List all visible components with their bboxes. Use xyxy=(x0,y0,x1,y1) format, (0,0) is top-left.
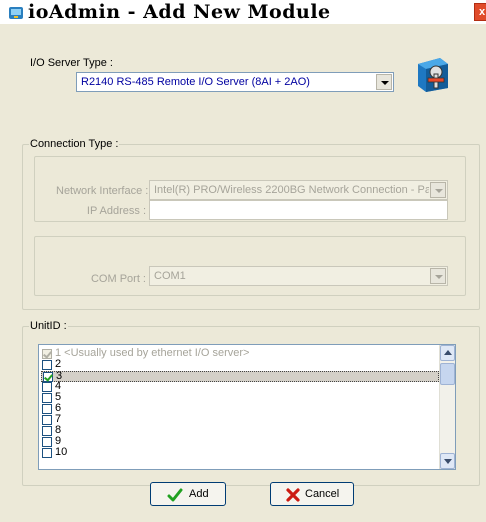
checkbox[interactable] xyxy=(42,382,52,392)
checkbox[interactable] xyxy=(42,415,52,425)
module-tool-icon xyxy=(418,58,448,92)
com-port-value: COM1 xyxy=(154,270,186,282)
io-server-type-label: I/O Server Type : xyxy=(30,57,113,69)
cancel-button[interactable]: Cancel xyxy=(270,482,354,506)
chevron-down-icon[interactable] xyxy=(430,268,446,284)
scroll-thumb[interactable] xyxy=(440,363,455,385)
checkbox[interactable] xyxy=(42,393,52,403)
checkbox xyxy=(42,349,52,359)
chevron-down-icon[interactable] xyxy=(376,74,392,90)
add-label: Add xyxy=(189,488,209,500)
ip-address-input[interactable] xyxy=(149,200,448,220)
network-interface-label: Network Interface : xyxy=(56,185,149,197)
arrow-down-icon xyxy=(444,459,452,464)
list-item-label: 10 xyxy=(55,446,68,458)
app-icon xyxy=(9,7,23,19)
ip-address-label: IP Address : xyxy=(86,205,146,217)
dialog-window: ioAdmin - Add New Module x I/O Server Ty… xyxy=(0,0,486,522)
com-port-select[interactable]: COM1 xyxy=(149,266,448,286)
scrollbar[interactable] xyxy=(439,345,455,469)
check-icon xyxy=(167,488,183,502)
x-icon xyxy=(286,488,300,502)
checkbox[interactable] xyxy=(42,404,52,414)
connection-type-title: Connection Type : xyxy=(29,138,120,151)
io-server-type-value: R2140 RS-485 Remote I/O Server (8AI + 2A… xyxy=(81,76,310,88)
network-interface-select[interactable]: Intel(R) PRO/Wireless 2200BG Network Con… xyxy=(149,180,448,200)
checkbox[interactable] xyxy=(42,437,52,447)
title-bar[interactable]: ioAdmin - Add New Module x xyxy=(0,0,486,24)
list-item[interactable]: 3 xyxy=(41,370,439,382)
close-icon: x xyxy=(478,6,486,18)
com-port-label: COM Port : xyxy=(90,273,146,285)
dialog-body: I/O Server Type : R2140 RS-485 Remote I/… xyxy=(8,24,486,522)
cancel-label: Cancel xyxy=(305,488,340,500)
scroll-up-button[interactable] xyxy=(440,345,455,361)
list-item[interactable]: 9 xyxy=(41,435,439,448)
list-item[interactable]: 7 xyxy=(41,413,439,426)
add-button[interactable]: Add xyxy=(150,482,226,506)
unit-id-title: UnitID : xyxy=(29,320,68,333)
checkbox[interactable] xyxy=(43,372,53,382)
chevron-down-icon[interactable] xyxy=(430,182,446,198)
list-item[interactable]: 4 xyxy=(41,380,439,393)
scroll-down-button[interactable] xyxy=(440,453,455,469)
checkbox[interactable] xyxy=(42,448,52,458)
io-server-type-select[interactable]: R2140 RS-485 Remote I/O Server (8AI + 2A… xyxy=(76,72,394,92)
list-item[interactable]: 6 xyxy=(41,402,439,415)
list-item[interactable]: 8 xyxy=(41,424,439,437)
list-item[interactable]: 10 xyxy=(41,446,439,459)
network-interface-value: Intel(R) PRO/Wireless 2200BG Network Con… xyxy=(154,184,429,196)
window-title: ioAdmin - Add New Module xyxy=(28,1,331,23)
close-button[interactable]: x xyxy=(474,3,486,21)
list-item[interactable]: 5 xyxy=(41,391,439,404)
list-item[interactable]: 2 xyxy=(41,358,439,371)
list-item-label: 1 <Usually used by ethernet I/O server> xyxy=(55,347,250,359)
unit-id-list[interactable]: 1 <Usually used by ethernet I/O server> 2… xyxy=(38,344,456,470)
checkbox[interactable] xyxy=(42,426,52,436)
checkbox[interactable] xyxy=(42,360,52,370)
arrow-up-icon xyxy=(444,350,452,355)
list-item[interactable]: 1 <Usually used by ethernet I/O server> xyxy=(41,347,439,360)
